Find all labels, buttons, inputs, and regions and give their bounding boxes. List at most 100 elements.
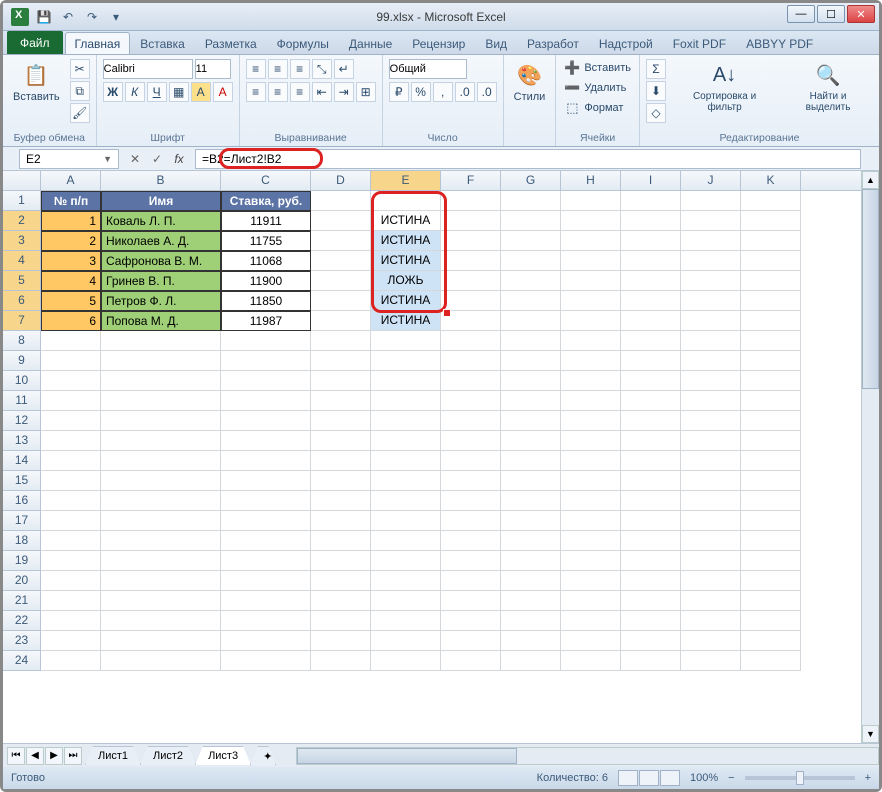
cell-E24[interactable] [371, 651, 441, 671]
delete-cells-button[interactable]: ➖Удалить [562, 79, 628, 97]
cell-B7[interactable]: Попова М. Д. [101, 311, 221, 331]
zoom-level[interactable]: 100% [690, 772, 718, 784]
cell-F11[interactable] [441, 391, 501, 411]
cell-K17[interactable] [741, 511, 801, 531]
cell-D16[interactable] [311, 491, 371, 511]
row-header[interactable]: 15 [3, 471, 41, 491]
cell-H4[interactable] [561, 251, 621, 271]
cell-B12[interactable] [101, 411, 221, 431]
cell-B4[interactable]: Сафронова В. М. [101, 251, 221, 271]
cell-E2[interactable]: ИСТИНА [371, 211, 441, 231]
cell-D4[interactable] [311, 251, 371, 271]
cell-C2[interactable]: 11911 [221, 211, 311, 231]
cell-H14[interactable] [561, 451, 621, 471]
row-header[interactable]: 22 [3, 611, 41, 631]
cell-F6[interactable] [441, 291, 501, 311]
cell-A24[interactable] [41, 651, 101, 671]
cell-C8[interactable] [221, 331, 311, 351]
cell-F4[interactable] [441, 251, 501, 271]
cell-I22[interactable] [621, 611, 681, 631]
cell-C5[interactable]: 11900 [221, 271, 311, 291]
cell-J19[interactable] [681, 551, 741, 571]
sheet-nav-last[interactable]: ⏭ [64, 747, 82, 765]
cell-B2[interactable]: Коваль Л. П. [101, 211, 221, 231]
cell-J10[interactable] [681, 371, 741, 391]
cell-C1[interactable]: Ставка, руб. [221, 191, 311, 211]
cell-G17[interactable] [501, 511, 561, 531]
cell-B10[interactable] [101, 371, 221, 391]
cell-F16[interactable] [441, 491, 501, 511]
page-break-view-button[interactable] [660, 770, 680, 786]
cell-E16[interactable] [371, 491, 441, 511]
italic-button[interactable]: К [125, 82, 145, 102]
row-header[interactable]: 23 [3, 631, 41, 651]
cell-G9[interactable] [501, 351, 561, 371]
cell-A5[interactable]: 4 [41, 271, 101, 291]
tab-abbyy[interactable]: ABBYY PDF [736, 32, 823, 54]
cell-K14[interactable] [741, 451, 801, 471]
paste-button[interactable]: 📋 Вставить [9, 59, 64, 105]
tab-developer[interactable]: Разработ [517, 32, 589, 54]
cell-B23[interactable] [101, 631, 221, 651]
cell-K24[interactable] [741, 651, 801, 671]
fill-handle[interactable] [443, 309, 451, 317]
cell-D6[interactable] [311, 291, 371, 311]
cell-C24[interactable] [221, 651, 311, 671]
cell-H11[interactable] [561, 391, 621, 411]
cell-H6[interactable] [561, 291, 621, 311]
cell-I16[interactable] [621, 491, 681, 511]
cell-I23[interactable] [621, 631, 681, 651]
cell-A13[interactable] [41, 431, 101, 451]
cell-E6[interactable]: ИСТИНА [371, 291, 441, 311]
cell-F22[interactable] [441, 611, 501, 631]
cell-K16[interactable] [741, 491, 801, 511]
cell-F5[interactable] [441, 271, 501, 291]
font-color-button[interactable]: A [213, 82, 233, 102]
cell-F17[interactable] [441, 511, 501, 531]
cell-J24[interactable] [681, 651, 741, 671]
cell-H10[interactable] [561, 371, 621, 391]
cell-A3[interactable]: 2 [41, 231, 101, 251]
cell-K6[interactable] [741, 291, 801, 311]
cell-K18[interactable] [741, 531, 801, 551]
cell-A15[interactable] [41, 471, 101, 491]
cell-G18[interactable] [501, 531, 561, 551]
row-header[interactable]: 1 [3, 191, 41, 211]
cell-K5[interactable] [741, 271, 801, 291]
row-header[interactable]: 21 [3, 591, 41, 611]
cell-B1[interactable]: Имя [101, 191, 221, 211]
scroll-up-button[interactable]: ▲ [862, 171, 879, 189]
cut-button[interactable]: ✂ [70, 59, 90, 79]
cell-B8[interactable] [101, 331, 221, 351]
cell-I7[interactable] [621, 311, 681, 331]
cell-A14[interactable] [41, 451, 101, 471]
cell-C17[interactable] [221, 511, 311, 531]
cell-G15[interactable] [501, 471, 561, 491]
normal-view-button[interactable] [618, 770, 638, 786]
cell-A12[interactable] [41, 411, 101, 431]
row-header[interactable]: 19 [3, 551, 41, 571]
hscroll-thumb[interactable] [297, 748, 517, 764]
cell-I24[interactable] [621, 651, 681, 671]
column-header-B[interactable]: B [101, 171, 221, 190]
cell-K15[interactable] [741, 471, 801, 491]
cell-D7[interactable] [311, 311, 371, 331]
cell-E1[interactable] [371, 191, 441, 211]
cell-H16[interactable] [561, 491, 621, 511]
save-button[interactable]: 💾 [35, 8, 53, 26]
cell-G4[interactable] [501, 251, 561, 271]
cell-E5[interactable]: ЛОЖЬ [371, 271, 441, 291]
tab-formulas[interactable]: Формулы [267, 32, 339, 54]
fill-color-button[interactable]: A [191, 82, 211, 102]
cell-G3[interactable] [501, 231, 561, 251]
cell-B14[interactable] [101, 451, 221, 471]
cell-H13[interactable] [561, 431, 621, 451]
cell-G1[interactable] [501, 191, 561, 211]
cell-J1[interactable] [681, 191, 741, 211]
cell-I21[interactable] [621, 591, 681, 611]
cell-H24[interactable] [561, 651, 621, 671]
cell-K10[interactable] [741, 371, 801, 391]
align-middle-button[interactable]: ≡ [268, 59, 288, 79]
format-cells-button[interactable]: ⬚Формат [562, 99, 625, 117]
cell-K2[interactable] [741, 211, 801, 231]
